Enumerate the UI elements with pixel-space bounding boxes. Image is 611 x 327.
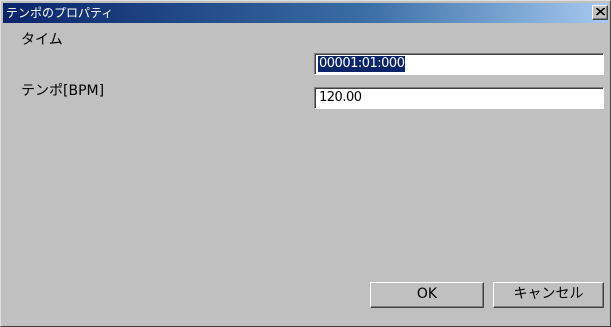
tempo-bpm-label: テンポ[BPM] [21,83,105,99]
close-icon [596,8,605,16]
close-button[interactable] [592,5,608,20]
tempo-properties-dialog: テンポのプロパティ タイム 00001:01:000 テンポ[BPM] 120.… [0,0,611,327]
tempo-bpm-input-value: 120.00 [319,90,362,105]
tempo-bpm-input[interactable]: 120.00 [314,87,604,109]
cancel-button[interactable]: キャンセル [493,282,604,308]
time-input[interactable]: 00001:01:000 [314,53,604,75]
time-label: タイム [21,32,63,48]
window-title: テンポのプロパティ [6,6,114,20]
time-input-value: 00001:01:000 [318,56,406,72]
title-bar[interactable]: テンポのプロパティ [3,3,608,23]
ok-button[interactable]: OK [370,282,484,308]
